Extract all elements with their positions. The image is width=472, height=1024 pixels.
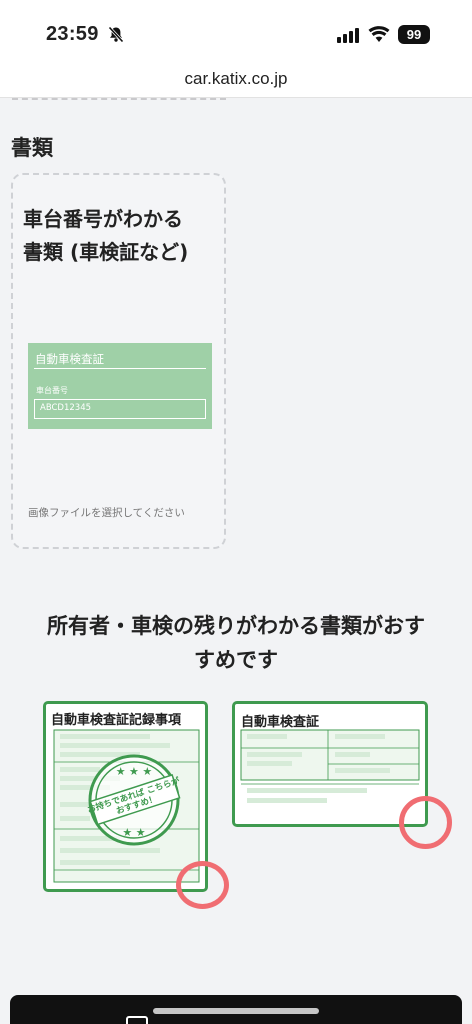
silent-bell-icon: [108, 26, 124, 47]
address-url: car.katix.co.jp: [184, 69, 288, 88]
cellular-signal-icon: [337, 27, 361, 47]
upload-card-title-line1: 車台番号がわかる: [23, 207, 183, 231]
vehicle-inspection-certificate-illustration: 自動車検査証: [232, 701, 428, 827]
select-file-text[interactable]: 画像ファイルを選択してください: [28, 505, 185, 520]
sample-field-value: ABCD12345: [34, 399, 206, 419]
sample-cert-title: 自動車検査証: [35, 352, 104, 366]
doc2-form-illustration: [240, 729, 420, 803]
sample-field-label: 車台番号: [36, 386, 68, 395]
wifi-icon: [368, 25, 390, 47]
upload-card-title: 車台番号がわかる 書類 (車検証など): [23, 203, 223, 269]
highlight-circle-doc2: [399, 796, 452, 849]
svg-text:★ ★ ★: ★ ★ ★: [116, 765, 153, 778]
sample-cert-divider: [34, 368, 206, 369]
upload-card-title-line2: 書類 (車検証など): [23, 240, 189, 264]
home-indicator: [153, 1008, 319, 1014]
file-upload-dropzone[interactable]: 車台番号がわかる 書類 (車検証など) 自動車検査証 車台番号 ABCD1234…: [11, 173, 226, 549]
recommendation-line2: すめです: [194, 648, 278, 672]
status-bar: 23:59 99: [0, 0, 472, 62]
previous-card-edge: [12, 92, 226, 100]
sample-certificate-illustration: 自動車検査証 車台番号 ABCD12345: [28, 343, 212, 429]
battery-indicator: 99: [398, 25, 430, 44]
recommendation-line1: 所有者・車検の残りがわかる書類がおす: [47, 614, 425, 638]
svg-text:★ ★: ★ ★: [122, 826, 145, 839]
highlight-circle-doc1: [176, 861, 229, 909]
recommend-stamp-icon: ★ ★ ★ お持ちであれば こちらが おすすめ！ ★ ★: [86, 754, 182, 846]
section-title: 書類: [11, 136, 53, 160]
status-time: 23:59: [46, 23, 99, 45]
recommendation-heading: 所有者・車検の残りがわかる書類がおす すめです: [10, 609, 462, 677]
document-icon: [126, 1016, 148, 1024]
registration-record-document-illustration: 自動車検査証記録事項 ★ ★ ★ お持ちであれば こちらが おすすめ！ ★ ★: [43, 701, 208, 892]
